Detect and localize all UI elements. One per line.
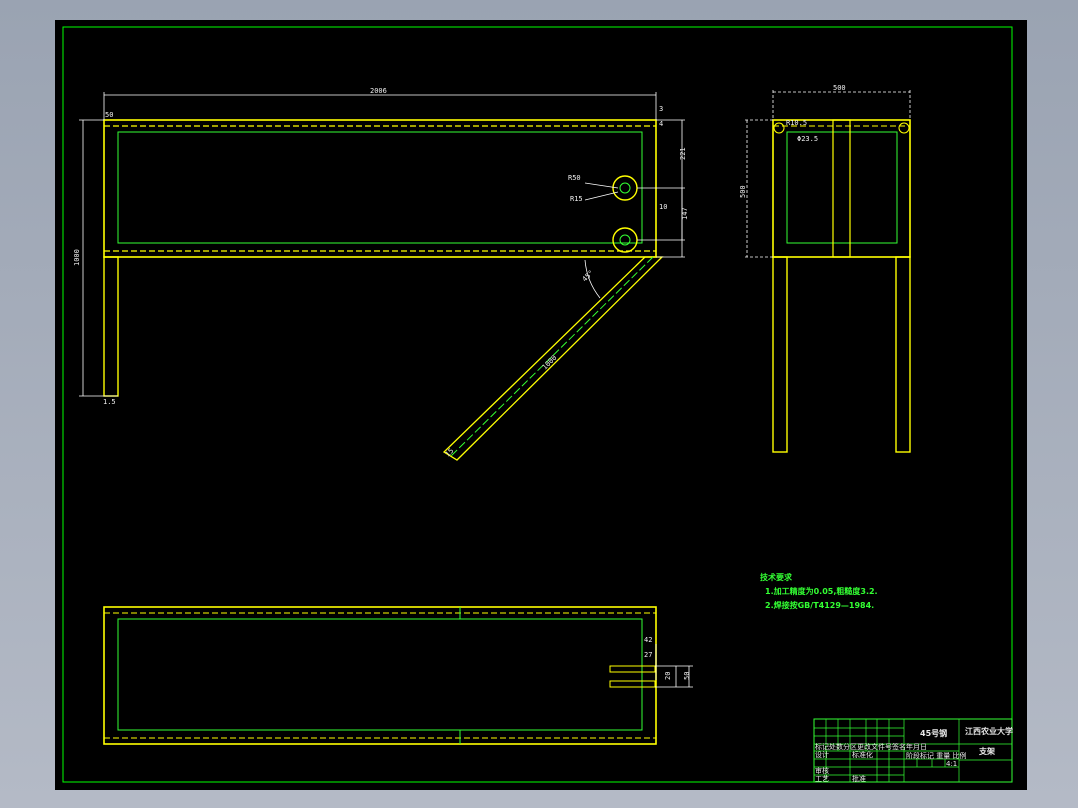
top-frame-outer: [103, 606, 657, 745]
notes-line-2: 2.焊接按GB/T4129—1984.: [765, 600, 874, 610]
approve-label: 批准: [852, 774, 866, 783]
dim-15: 15: [444, 447, 456, 459]
technical-notes: 技术要求 1.加工精度为0.05,粗糙度3.2. 2.焊接按GB/T4129—1…: [760, 572, 878, 610]
lug-plate-lower: [609, 680, 656, 688]
side-dimensions: [745, 90, 911, 258]
dim-R50: R50: [568, 174, 581, 182]
dim-20: 20: [664, 672, 672, 680]
front-frame-inner: [117, 131, 643, 244]
side-top-frame: [772, 119, 911, 258]
dim-500-width: 500: [833, 84, 846, 92]
side-leg-left: [772, 256, 788, 453]
front-dimensions: [79, 92, 685, 397]
dim-R15: R15: [570, 195, 583, 203]
dim-phi23-5: Φ23.5: [797, 135, 818, 143]
dim-3: 3: [659, 105, 663, 113]
dim-4: 4: [659, 120, 663, 128]
dim-50-right: 50: [683, 672, 691, 680]
dim-length-2006: 2006: [370, 87, 387, 95]
dim-27: 27: [644, 651, 652, 659]
scale-value: 4:1: [946, 760, 957, 768]
dim-10: 10: [659, 203, 667, 211]
drawing-border: [62, 26, 1013, 783]
notes-line-1: 1.加工精度为0.05,粗糙度3.2.: [765, 586, 878, 596]
lug-hole-lower: [612, 227, 638, 253]
notes-title: 技术要求: [760, 572, 793, 582]
front-view: 2006 50 3 4 221 R50 R15 10 147 1000 45° …: [73, 87, 689, 461]
side-inner-frame: [786, 131, 898, 244]
revision-header: 标记处数分区更改文件号签名年月日: [815, 742, 927, 751]
dim-1000-height: 1000: [73, 249, 81, 266]
stage-row: 阶段标记 重量 比例: [906, 751, 966, 760]
side-leg-right: [895, 256, 911, 453]
school-name: 江西农业大学: [965, 726, 1013, 736]
dim-147: 147: [681, 207, 689, 220]
front-frame-outer: [103, 119, 657, 258]
drawing-canvas[interactable]: 2006 50 3 4 221 R50 R15 10 147 1000 45° …: [55, 20, 1027, 790]
dim-500-height: 500: [739, 185, 747, 198]
design-label: 设计: [815, 750, 829, 759]
standard-label: 标准化: [852, 750, 873, 759]
check-label: 审核: [815, 766, 829, 775]
material-label: 45号钢: [920, 728, 947, 738]
dim-45-degree: 45°: [581, 269, 596, 284]
top-frame-inner: [117, 618, 643, 731]
side-center-bar: [832, 119, 851, 258]
lug-plate-upper: [609, 665, 656, 673]
front-leg: [103, 256, 119, 397]
mount-hole-right: [898, 122, 910, 134]
mount-hole-left: [773, 122, 785, 134]
dim-221: 221: [679, 147, 687, 160]
top-view: 42 27 20 50: [103, 606, 693, 745]
title-block: 45号钢 江西农业大学 支架 标记处数分区更改文件号签名年月日 设计 标准化 审…: [813, 718, 1013, 783]
part-name: 支架: [978, 746, 995, 756]
process-label: 工艺: [815, 775, 829, 783]
dim-R10-5: R10.5: [786, 119, 807, 127]
side-view: 500 500 R10.5 Φ23.5: [739, 84, 911, 453]
dim-1-5: 1.5: [103, 398, 116, 406]
dim-42: 42: [644, 636, 652, 644]
dim-50: 50: [105, 111, 113, 119]
lug-pin-upper: [619, 182, 631, 194]
cad-drawing: 2006 50 3 4 221 R50 R15 10 147 1000 45° …: [62, 26, 1013, 783]
